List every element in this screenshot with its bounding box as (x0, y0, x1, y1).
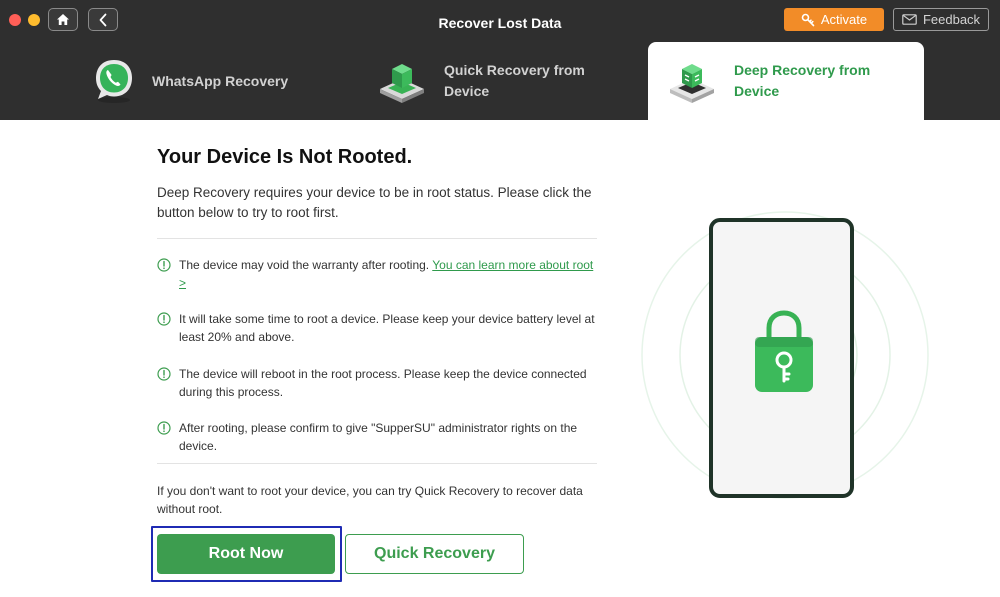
whatsapp-phone-icon (96, 60, 132, 103)
device-box-icon (380, 64, 424, 103)
notice-text: After rooting, please confirm to give "S… (179, 421, 578, 453)
feedback-button[interactable]: Feedback (893, 8, 989, 31)
title-bar: Recover Lost Data Activate Feedback What… (0, 0, 1000, 120)
activate-label: Activate (820, 12, 868, 27)
notice-warranty: The device may void the warranty after r… (157, 256, 597, 292)
alert-circle-icon (157, 312, 171, 326)
divider (157, 463, 597, 464)
alert-circle-icon (157, 258, 171, 272)
tab-quick-recovery[interactable]: Quick Recovery from Device (376, 42, 636, 120)
notice-supersu: After rooting, please confirm to give "S… (157, 419, 597, 455)
quick-recovery-button[interactable]: Quick Recovery (345, 534, 524, 574)
mail-icon (902, 14, 917, 25)
notice-text: It will take some time to root a device.… (179, 312, 595, 344)
notice-battery: It will take some time to root a device.… (157, 310, 597, 346)
tab-label: WhatsApp Recovery (152, 72, 289, 89)
page-description: Deep Recovery requires your device to be… (157, 185, 592, 220)
device-deep-icon (670, 64, 714, 103)
key-icon (801, 13, 815, 26)
notice-reboot: The device will reboot in the root proce… (157, 365, 597, 401)
tab-deep-recovery[interactable]: Deep Recovery from Device (648, 42, 924, 120)
notice-text: The device may void the warranty after r… (179, 258, 594, 290)
tab-label: Quick Recovery from Device (444, 62, 585, 99)
root-now-button[interactable]: Root Now (157, 534, 335, 574)
notice-text: The device will reboot in the root proce… (179, 367, 587, 399)
tab-label: Deep Recovery from Device (734, 62, 871, 99)
page-title: Your Device Is Not Rooted. (157, 146, 413, 168)
feedback-label: Feedback (922, 12, 981, 27)
divider (157, 238, 597, 239)
alert-circle-icon (157, 421, 171, 435)
locked-phone-illustration (641, 211, 929, 499)
alert-circle-icon (157, 367, 171, 381)
alternative-hint: If you don't want to root your device, y… (157, 484, 583, 516)
activate-button[interactable]: Activate (784, 8, 884, 31)
tab-whatsapp-recovery[interactable]: WhatsApp Recovery (90, 42, 330, 120)
